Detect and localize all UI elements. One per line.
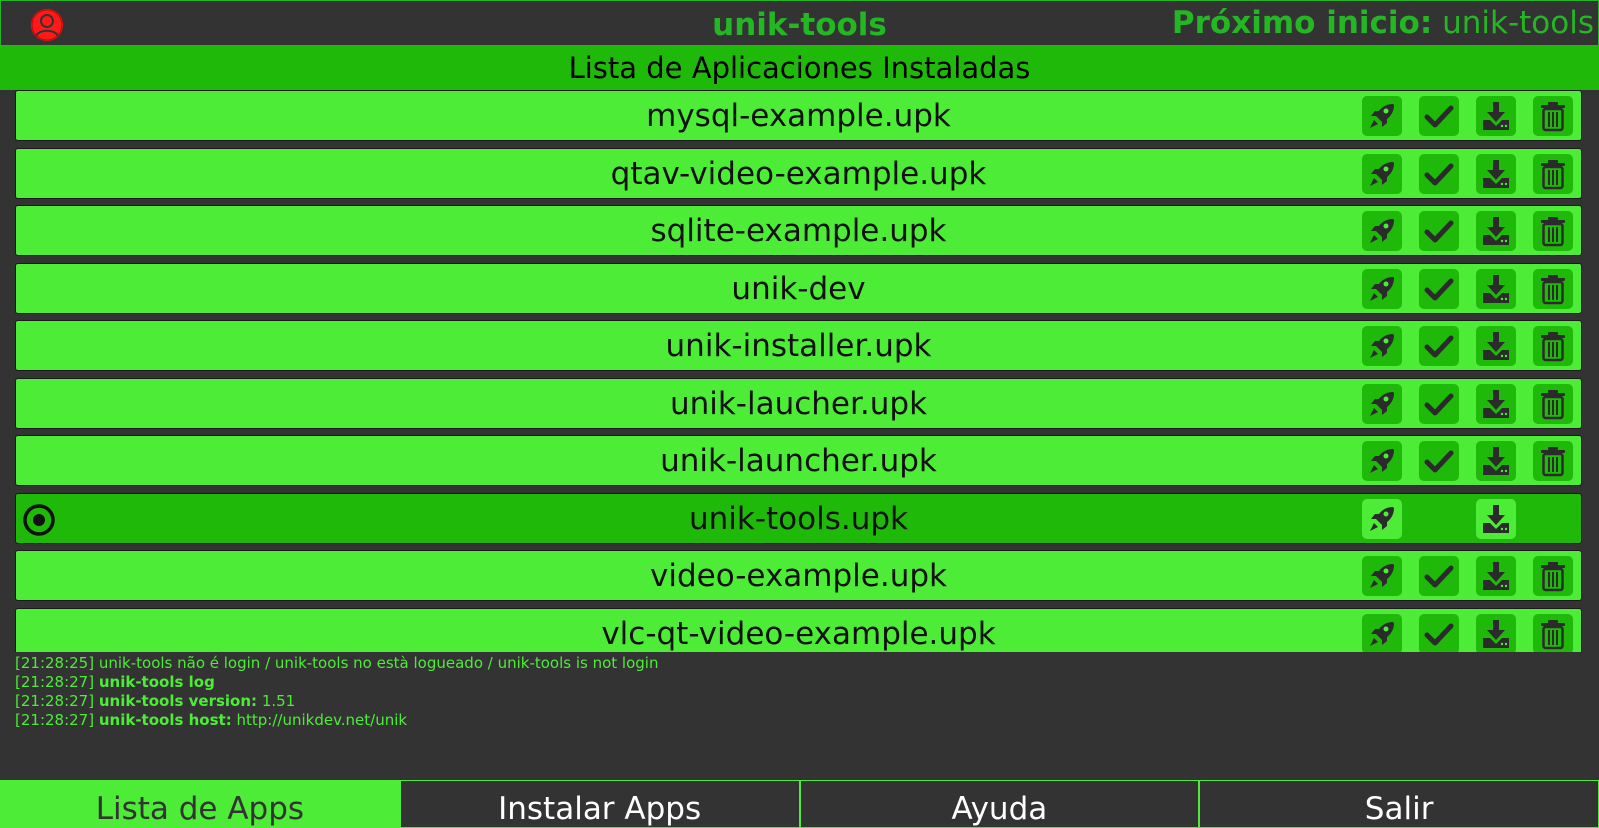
app-row[interactable]: sqlite-example.upk <box>15 205 1582 256</box>
delete-button[interactable] <box>1533 556 1573 596</box>
app-name: unik-tools.upk <box>688 500 909 537</box>
top-bar: unik-tools Próximo inicio: unik-tools <box>0 0 1599 46</box>
log-time: [21:28:27] <box>15 673 95 691</box>
download-button[interactable] <box>1476 326 1516 366</box>
log-label: unik-tools version: <box>98 692 258 710</box>
log-panel: [21:28:25] unik-tools não é login / unik… <box>0 652 1599 780</box>
bottom-nav: Lista de Apps Instalar Apps Ayuda Salir <box>0 780 1599 828</box>
set-default-button[interactable] <box>1419 613 1459 652</box>
launch-button[interactable] <box>1362 153 1402 194</box>
app-row[interactable]: qtav-video-example.upk <box>15 147 1582 199</box>
next-start-indicator: Próximo inicio: unik-tools <box>1172 3 1594 43</box>
nav-exit-button[interactable]: Salir <box>1199 780 1599 828</box>
launch-button[interactable] <box>1362 268 1402 309</box>
launch-button[interactable] <box>1362 326 1402 366</box>
launch-button[interactable] <box>1362 613 1402 652</box>
nav-help-button[interactable]: Ayuda <box>799 780 1200 828</box>
app-row[interactable]: mysql-example.upk <box>15 90 1582 141</box>
log-time: [21:28:27] <box>15 711 95 729</box>
app-row[interactable]: video-example.upk <box>15 550 1582 601</box>
app-row[interactable]: unik-dev <box>15 262 1582 314</box>
delete-button[interactable] <box>1533 326 1573 366</box>
delete-button[interactable] <box>1533 383 1573 424</box>
app-name: unik-installer.upk <box>665 328 932 364</box>
log-time: [21:28:25] <box>15 654 95 672</box>
app-name: video-example.upk <box>650 558 947 594</box>
next-start-value: unik-tools <box>1432 5 1594 41</box>
app-name: unik-dev <box>731 270 866 307</box>
launch-button[interactable] <box>1362 498 1402 539</box>
download-button[interactable] <box>1476 211 1516 251</box>
download-button[interactable] <box>1476 153 1516 194</box>
app-row[interactable]: vlc-qt-video-example.upk <box>15 607 1582 652</box>
app-row[interactable]: unik-launcher.upk <box>15 435 1582 486</box>
launch-button[interactable] <box>1362 383 1402 424</box>
section-title: Lista de Aplicaciones Instaladas <box>0 46 1599 90</box>
set-default-button[interactable] <box>1419 383 1459 424</box>
installed-apps-list[interactable]: mysql-example.upk qtav-video-example.upk s… <box>0 90 1599 652</box>
set-default-button[interactable] <box>1419 326 1459 366</box>
app-row[interactable]: unik-laucher.upk <box>15 377 1582 429</box>
set-default-button[interactable] <box>1419 153 1459 194</box>
app-name: vlc-qt-video-example.upk <box>601 615 996 652</box>
download-button[interactable] <box>1476 556 1516 596</box>
next-start-label: Próximo inicio: <box>1171 5 1433 41</box>
launch-button[interactable] <box>1362 96 1402 136</box>
log-line: [21:28:27] unik-tools host: http://unikd… <box>15 711 1599 730</box>
set-default-button[interactable] <box>1419 96 1459 136</box>
app-name: unik-laucher.upk <box>669 385 928 422</box>
download-button[interactable] <box>1476 383 1516 424</box>
delete-button[interactable] <box>1533 153 1573 194</box>
nav-apps-list-button[interactable]: Lista de Apps <box>0 780 400 828</box>
download-button[interactable] <box>1476 441 1516 481</box>
log-label: unik-tools host: <box>98 711 232 729</box>
app-name: mysql-example.upk <box>646 98 951 134</box>
launch-button[interactable] <box>1362 441 1402 481</box>
log-line: [21:28:27] unik-tools log <box>15 673 1599 692</box>
delete-button[interactable] <box>1533 211 1573 251</box>
launch-button[interactable] <box>1362 211 1402 251</box>
download-button[interactable] <box>1476 498 1516 539</box>
log-line: [21:28:27] unik-tools version: 1.51 <box>15 692 1599 711</box>
download-button[interactable] <box>1476 613 1516 652</box>
set-default-button[interactable] <box>1419 268 1459 309</box>
log-text: http://unikdev.net/unik <box>236 711 408 729</box>
app-row[interactable]: unik-installer.upk <box>15 320 1582 371</box>
log-time: [21:28:27] <box>15 692 95 710</box>
download-button[interactable] <box>1476 96 1516 136</box>
nav-install-apps-button[interactable]: Instalar Apps <box>399 780 800 828</box>
delete-button[interactable] <box>1533 613 1573 652</box>
set-default-button[interactable] <box>1419 211 1459 251</box>
app-name: sqlite-example.upk <box>650 213 947 249</box>
app-name: qtav-video-example.upk <box>610 155 987 192</box>
launch-button[interactable] <box>1362 556 1402 596</box>
set-default-button[interactable] <box>1419 441 1459 481</box>
log-line: [21:28:25] unik-tools não é login / unik… <box>15 654 1599 673</box>
app-name: unik-launcher.upk <box>660 443 937 479</box>
log-text: unik-tools não é login / unik-tools no e… <box>98 654 659 672</box>
set-default-button[interactable] <box>1419 556 1459 596</box>
log-label: unik-tools log <box>98 673 215 691</box>
log-text: 1.51 <box>261 692 296 710</box>
delete-button[interactable] <box>1533 268 1573 309</box>
download-button[interactable] <box>1476 268 1516 309</box>
app-row[interactable]: unik-tools.upk <box>15 492 1582 544</box>
delete-button[interactable] <box>1533 96 1573 136</box>
delete-button[interactable] <box>1533 441 1573 481</box>
